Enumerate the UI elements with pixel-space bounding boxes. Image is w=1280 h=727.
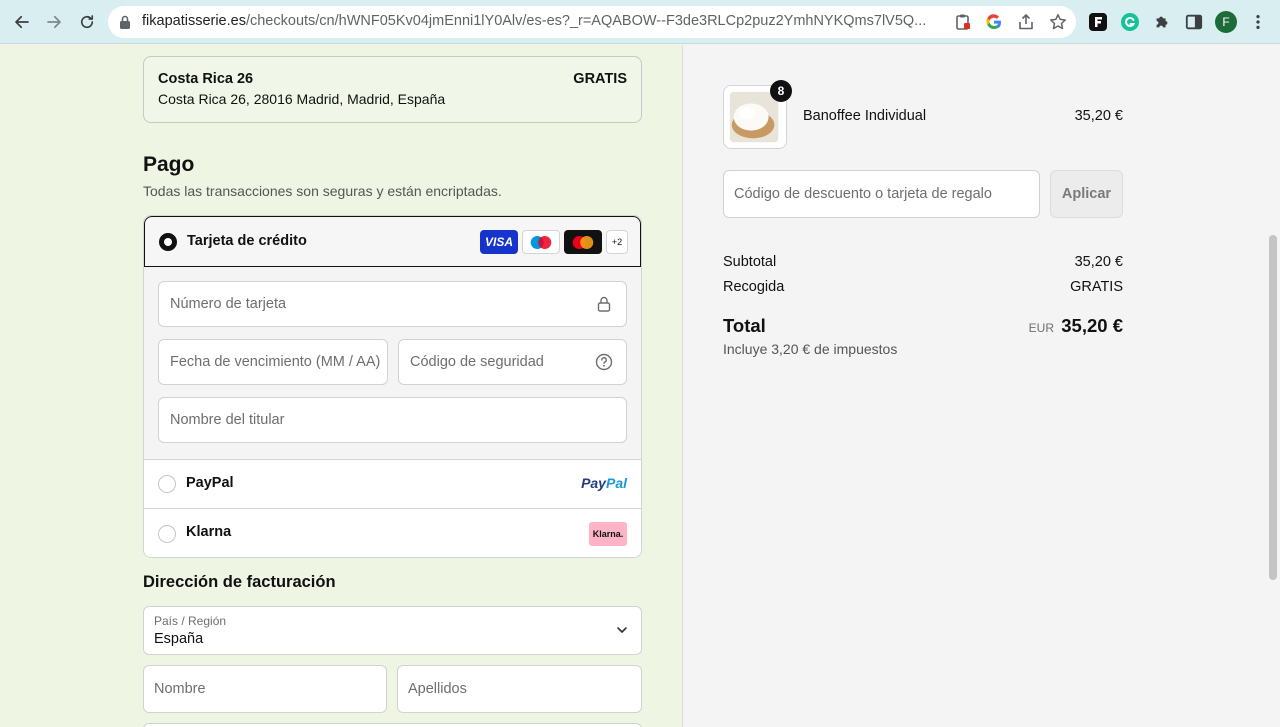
tax-note: Incluye 3,20 € de impuestos xyxy=(723,341,898,357)
quantity-badge: 8 xyxy=(770,80,792,102)
total-value: 35,20 € xyxy=(1061,315,1123,336)
billing-title: Dirección de facturación xyxy=(143,573,336,591)
pickup-label: Recogida xyxy=(723,279,785,295)
menu-kebab-icon[interactable] xyxy=(1247,11,1269,33)
lock-icon xyxy=(597,296,611,312)
pickup-value: GRATIS xyxy=(1070,279,1123,295)
product-name: Banoffee Individual xyxy=(803,108,927,124)
shipping-summary: Costa Rica 26 Costa Rica 26, 28016 Madri… xyxy=(143,56,642,123)
expiry-date-field[interactable]: Fecha de vencimiento (MM / AA) xyxy=(158,339,388,385)
total-currency: EUR xyxy=(1028,321,1054,335)
payment-subtitle: Todas las transacciones son seguras y es… xyxy=(143,183,502,199)
credit-card-label: Tarjeta de crédito xyxy=(187,233,307,249)
extensions-puzzle-icon[interactable] xyxy=(1151,11,1173,33)
pickup-row: Recogida GRATIS xyxy=(723,279,1123,295)
grammarly-icon[interactable] xyxy=(1119,11,1141,33)
order-summary-panel: 8 Banoffee Individual 35,20 € Código de … xyxy=(683,45,1280,727)
paypal-radio[interactable] xyxy=(158,475,176,493)
checkout-form-panel: Costa Rica 26 Costa Rica 26, 28016 Madri… xyxy=(0,45,683,727)
paypal-logo: PayPal xyxy=(581,475,627,491)
subtotal-label: Subtotal xyxy=(723,254,777,270)
total-label: Total xyxy=(723,315,766,336)
country-label: País / Región xyxy=(154,614,227,628)
url-path: /checkouts/cn/hWNF05Kv04jmEnni1lY0Alv/es… xyxy=(245,13,927,29)
security-code-field[interactable]: Código de seguridad xyxy=(398,339,627,385)
klarna-radio[interactable] xyxy=(158,525,176,543)
card-number-field[interactable]: Número de tarjeta xyxy=(158,281,627,327)
cardholder-name-field[interactable]: Nombre del titular xyxy=(158,397,627,443)
side-panel-icon[interactable] xyxy=(1183,11,1205,33)
reload-icon[interactable] xyxy=(75,10,99,34)
card-number-placeholder: Número de tarjeta xyxy=(170,296,287,312)
url-host: fikapatisserie.es xyxy=(142,13,246,29)
credit-card-form: Número de tarjeta Fecha de vencimiento (… xyxy=(144,267,641,460)
clipboard-icon[interactable] xyxy=(954,13,972,31)
klarna-logo: Klarna. xyxy=(589,522,627,546)
lock-icon[interactable] xyxy=(118,14,132,30)
maestro-logo xyxy=(522,230,560,254)
visa-logo-text: VISA xyxy=(484,235,513,249)
back-icon[interactable] xyxy=(10,10,34,34)
klarna-label: Klarna xyxy=(186,524,232,540)
share-icon[interactable] xyxy=(1017,13,1035,31)
address-bar[interactable]: fikapatisserie.es/checkouts/cn/hWNF05Kv0… xyxy=(108,6,1076,38)
discount-placeholder: Código de descuento o tarjeta de regalo xyxy=(734,186,992,202)
mastercard-logo xyxy=(564,230,602,254)
browser-toolbar: fikapatisserie.es/checkouts/cn/hWNF05Kv0… xyxy=(0,0,1280,44)
expiry-placeholder: Fecha de vencimiento (MM / AA) xyxy=(170,354,381,370)
cardholder-placeholder: Nombre del titular xyxy=(170,412,285,428)
credit-card-radio[interactable] xyxy=(159,233,177,251)
google-lens-icon[interactable] xyxy=(985,13,1003,31)
paypal-logo-pay: Pay xyxy=(581,475,606,491)
payment-option-credit-card[interactable]: Tarjeta de crédito VISA +2 xyxy=(144,216,641,267)
first-name-placeholder: Nombre xyxy=(154,681,206,697)
subtotal-row: Subtotal 35,20 € xyxy=(723,254,1123,270)
help-question-icon[interactable] xyxy=(595,353,613,371)
subtotal-value: 35,20 € xyxy=(1074,254,1123,270)
first-name-field[interactable]: Nombre xyxy=(143,665,387,713)
discount-code-input[interactable]: Código de descuento o tarjeta de regalo xyxy=(723,170,1040,218)
country-select[interactable]: País / Región España xyxy=(143,606,642,655)
forward-icon[interactable] xyxy=(42,10,66,34)
shipping-price: GRATIS xyxy=(573,71,627,87)
payment-option-klarna[interactable]: Klarna Klarna. xyxy=(144,508,641,557)
visa-logo: VISA xyxy=(480,230,518,254)
payment-methods: Tarjeta de crédito VISA +2 Número de tar… xyxy=(143,215,642,558)
product-price: 35,20 € xyxy=(1074,108,1123,124)
paypal-label: PayPal xyxy=(186,475,234,491)
url-text[interactable]: fikapatisserie.es/checkouts/cn/hWNF05Kv0… xyxy=(142,13,1047,29)
country-value: España xyxy=(154,631,204,647)
shipping-name: Costa Rica 26 xyxy=(158,71,254,87)
last-name-field[interactable]: Apellidos xyxy=(397,665,642,713)
extension-f-icon[interactable] xyxy=(1087,11,1109,33)
profile-avatar[interactable]: F xyxy=(1215,11,1237,33)
profile-initial: F xyxy=(1215,11,1237,33)
payment-option-paypal[interactable]: PayPal PayPal xyxy=(144,460,641,509)
paypal-logo-pal: Pal xyxy=(605,475,627,491)
next-address-field[interactable] xyxy=(143,723,642,727)
last-name-placeholder: Apellidos xyxy=(408,681,467,697)
chevron-down-icon xyxy=(617,627,627,633)
shipping-address: Costa Rica 26, 28016 Madrid, Madrid, Esp… xyxy=(158,91,446,107)
payment-title: Pago xyxy=(143,153,195,176)
security-code-placeholder: Código de seguridad xyxy=(410,354,544,370)
more-cards-badge: +2 xyxy=(606,230,628,254)
bookmark-star-icon[interactable] xyxy=(1049,13,1067,31)
apply-discount-button[interactable]: Aplicar xyxy=(1050,170,1123,218)
scrollbar[interactable] xyxy=(1269,235,1277,580)
